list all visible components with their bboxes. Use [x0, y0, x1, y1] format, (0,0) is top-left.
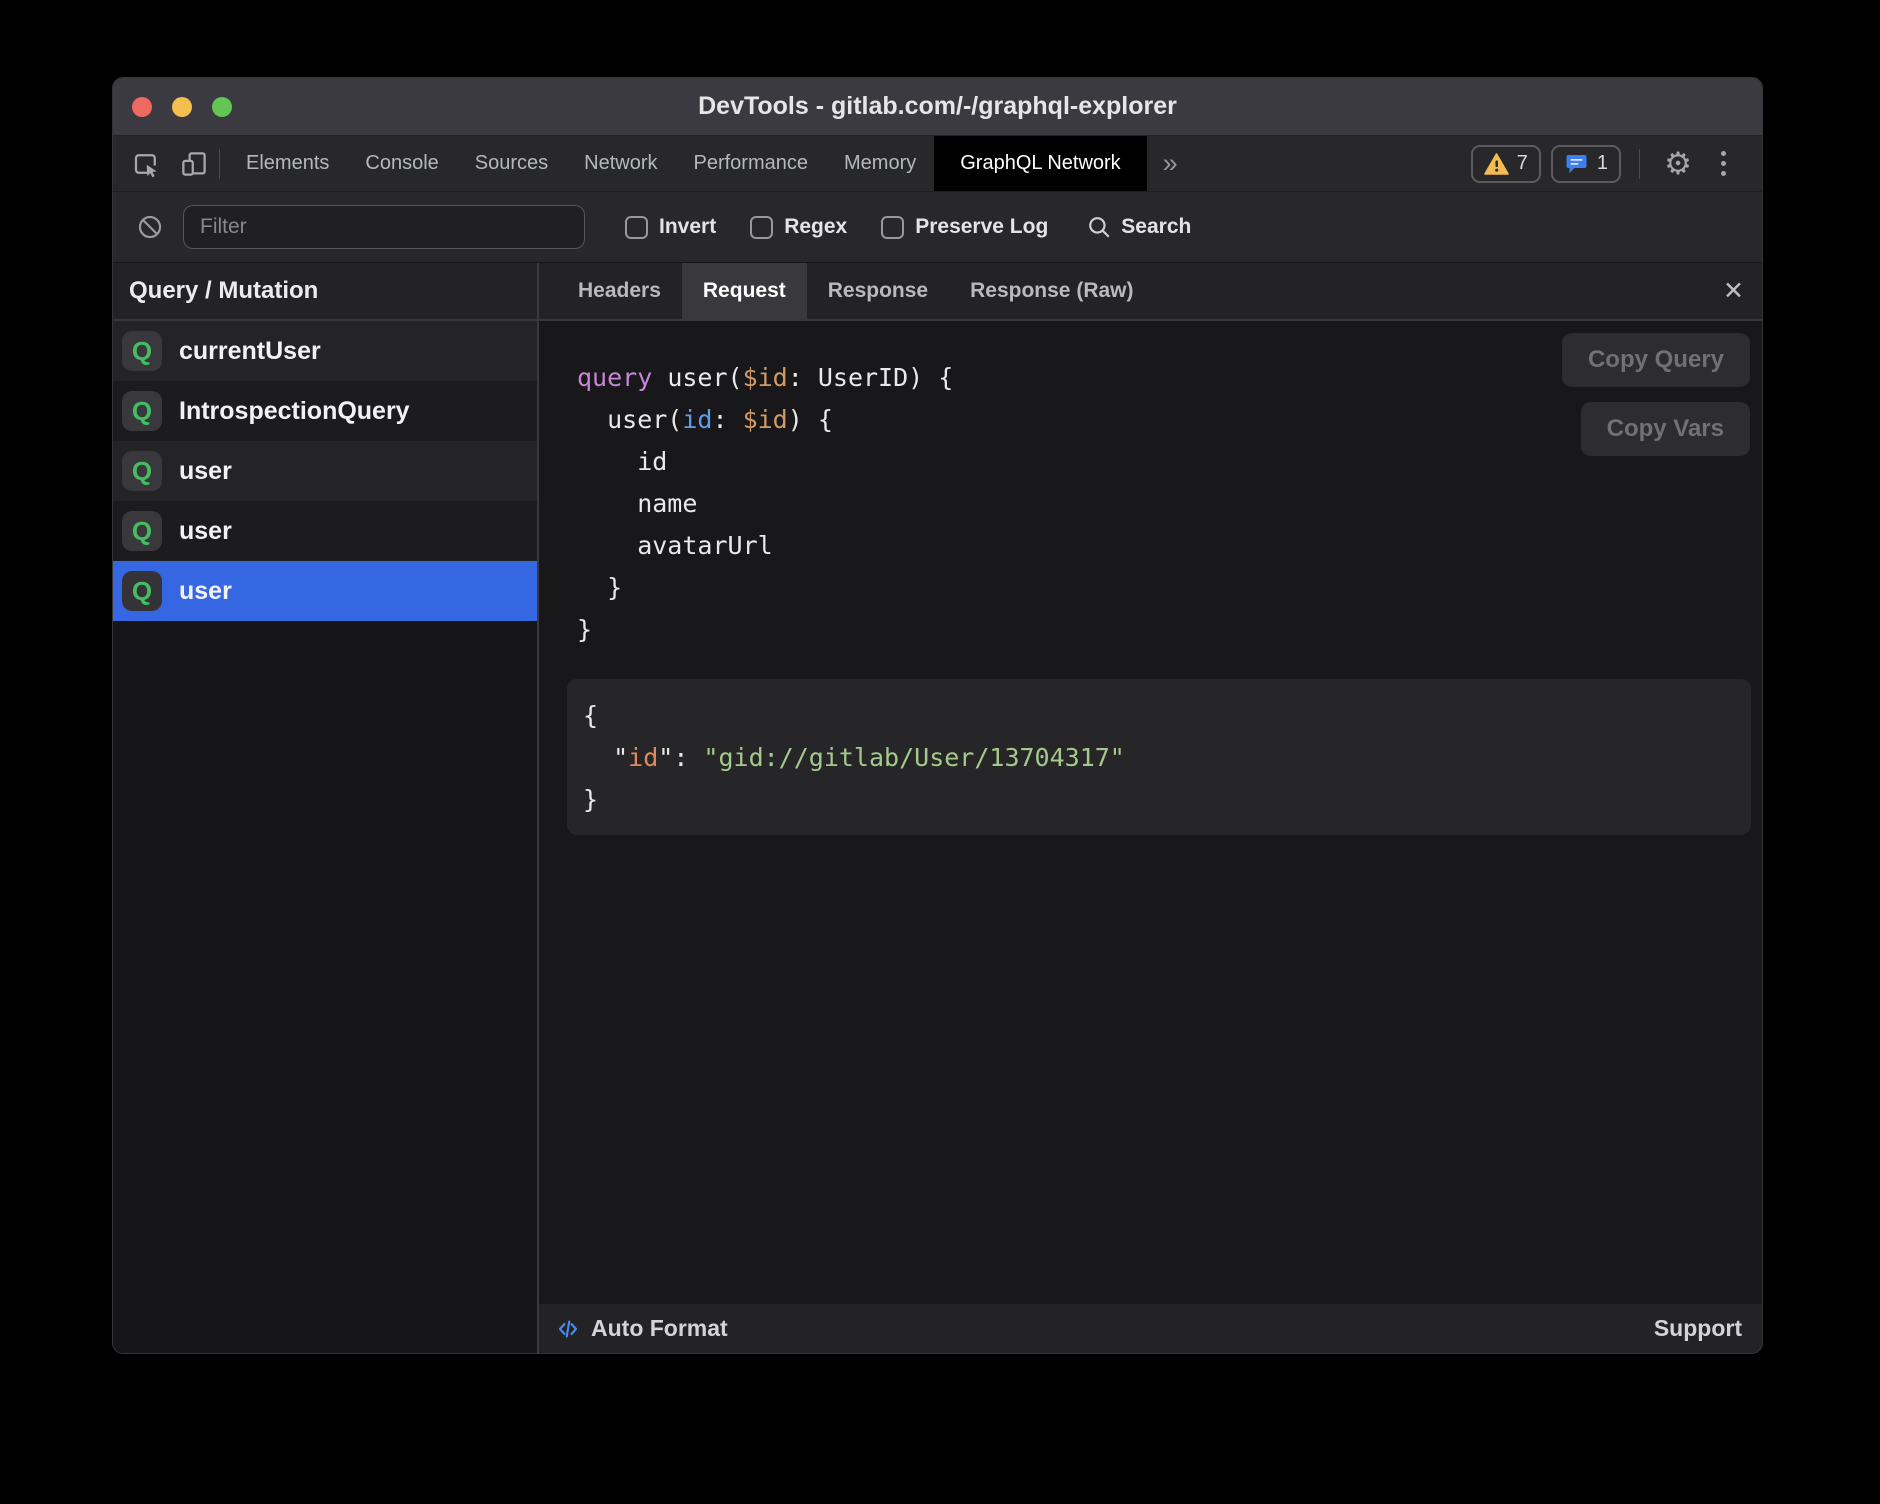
detail-footer: Auto Format Support [539, 1303, 1762, 1353]
invert-checkbox-label: Invert [659, 215, 716, 239]
block-clear-icon[interactable] [133, 210, 167, 244]
query-list-item-user-4[interactable]: Quser [113, 561, 537, 621]
toolbar-right-controls: 7 1 ⚙ [1471, 136, 1762, 191]
toolbar-left-icons [113, 136, 211, 191]
window-title: DevTools - gitlab.com/-/graphql-explorer [113, 92, 1762, 121]
main-split: Query / Mutation QcurrentUserQIntrospect… [113, 263, 1762, 1353]
more-tabs-chevron-icon[interactable]: » [1147, 136, 1194, 191]
request-tab-response-raw[interactable]: Response (Raw) [949, 263, 1154, 319]
close-detail-icon[interactable]: ✕ [1705, 263, 1762, 319]
regex-checkbox[interactable]: Regex [750, 215, 847, 239]
titlebar: DevTools - gitlab.com/-/graphql-explorer [113, 78, 1762, 136]
query-list-item-currentuser-0[interactable]: QcurrentUser [113, 321, 537, 381]
devtools-tab-console[interactable]: Console [347, 136, 456, 191]
messages-badge[interactable]: 1 [1551, 145, 1621, 183]
preserve-log-checkbox[interactable]: Preserve Log [881, 215, 1048, 239]
support-link[interactable]: Support [1654, 1315, 1742, 1342]
devtools-tab-elements[interactable]: Elements [228, 136, 347, 191]
code-brackets-icon [555, 1317, 581, 1341]
devtools-tab-sources[interactable]: Sources [457, 136, 566, 191]
invert-checkbox[interactable]: Invert [625, 215, 716, 239]
devtools-toolbar: ElementsConsoleSourcesNetworkPerformance… [113, 136, 1762, 192]
query-list-item-label: IntrospectionQuery [179, 397, 410, 426]
warning-triangle-icon [1484, 153, 1509, 175]
query-type-badge: Q [122, 451, 162, 491]
query-type-badge: Q [122, 391, 162, 431]
query-type-badge: Q [122, 511, 162, 551]
query-list-item-label: user [179, 457, 232, 486]
devtools-tab-performance[interactable]: Performance [676, 136, 827, 191]
query-list-item-user-2[interactable]: Quser [113, 441, 537, 501]
query-list-item-introspectionquery-1[interactable]: Q IntrospectionQuery [113, 381, 537, 441]
devtools-tab-graphql-network[interactable]: GraphQL Network [934, 136, 1146, 191]
copy-query-button[interactable]: Copy Query [1562, 333, 1750, 387]
preserve-log-checkbox-label: Preserve Log [915, 215, 1048, 239]
query-list-item-label: currentUser [179, 337, 321, 366]
query-list-header: Query / Mutation [113, 263, 537, 321]
filter-bar: Invert Regex Preserve Log Search [113, 192, 1762, 263]
request-tab-request[interactable]: Request [682, 263, 807, 319]
warning-count: 7 [1517, 152, 1528, 175]
search-label: Search [1121, 215, 1191, 239]
copy-vars-button[interactable]: Copy Vars [1581, 402, 1750, 456]
query-list-header-label: Query / Mutation [129, 277, 318, 305]
query-type-badge: Q [122, 571, 162, 611]
request-tab-response[interactable]: Response [807, 263, 949, 319]
search-icon [1086, 214, 1112, 240]
search-button[interactable]: Search [1086, 214, 1191, 240]
query-type-badge: Q [122, 331, 162, 371]
query-list-item-user-3[interactable]: Quser [113, 501, 537, 561]
filter-checkbox-group: Invert Regex Preserve Log [625, 215, 1048, 239]
kebab-menu-icon[interactable] [1708, 147, 1738, 181]
desktop-background: DevTools - gitlab.com/-/graphql-explorer [0, 0, 1880, 1504]
invert-checkbox-box[interactable] [625, 216, 648, 239]
query-list: QcurrentUserQIntrospectionQueryQuserQuse… [113, 321, 537, 621]
inspect-element-icon[interactable] [129, 147, 163, 181]
copy-buttons: Copy Query Copy Vars [1562, 333, 1750, 456]
devtools-tab-network[interactable]: Network [566, 136, 675, 191]
regex-checkbox-box[interactable] [750, 216, 773, 239]
query-list-panel: Query / Mutation QcurrentUserQIntrospect… [113, 263, 537, 1353]
auto-format-button[interactable]: Auto Format [555, 1315, 728, 1342]
devtools-window: DevTools - gitlab.com/-/graphql-explorer [112, 77, 1763, 1354]
request-detail-panel: HeadersRequestResponseResponse (Raw) ✕ C… [539, 263, 1762, 1353]
filter-input[interactable] [183, 205, 585, 249]
query-list-item-label: user [179, 577, 232, 606]
variables-box: { "id": "gid://gitlab/User/13704317" } [567, 679, 1751, 835]
toolbar-divider [1639, 149, 1640, 179]
preserve-log-checkbox-box[interactable] [881, 216, 904, 239]
device-toolbar-icon[interactable] [177, 147, 211, 181]
request-content: Copy Query Copy Vars query user($id: Use… [539, 321, 1762, 1303]
toolbar-divider [219, 149, 220, 179]
request-tab-strip: HeadersRequestResponseResponse (Raw) ✕ [539, 263, 1762, 321]
auto-format-label: Auto Format [591, 1315, 728, 1342]
message-count: 1 [1597, 152, 1608, 175]
graphql-variables-code: { "id": "gid://gitlab/User/13704317" } [583, 695, 1727, 821]
settings-gear-icon[interactable]: ⚙ [1658, 147, 1698, 181]
chat-bubble-icon [1564, 152, 1589, 176]
query-list-item-label: user [179, 517, 232, 546]
request-tab-headers[interactable]: Headers [557, 263, 682, 319]
devtools-tab-memory[interactable]: Memory [826, 136, 934, 191]
devtools-tab-strip: ElementsConsoleSourcesNetworkPerformance… [228, 136, 1147, 191]
regex-checkbox-label: Regex [784, 215, 847, 239]
warnings-badge[interactable]: 7 [1471, 145, 1541, 183]
